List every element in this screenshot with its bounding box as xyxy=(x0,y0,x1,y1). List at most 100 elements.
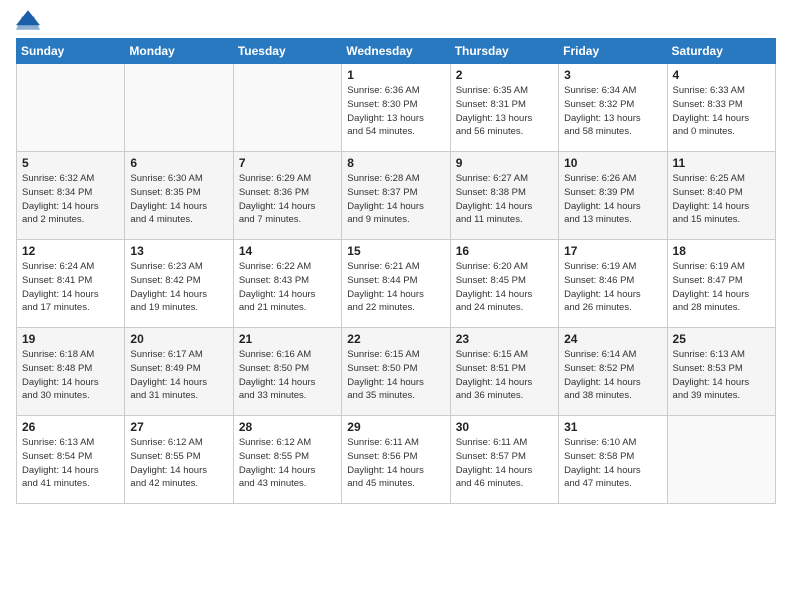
day-info: Sunrise: 6:26 AMSunset: 8:39 PMDaylight:… xyxy=(564,172,661,227)
day-number: 30 xyxy=(456,420,553,434)
day-info: Sunrise: 6:12 AMSunset: 8:55 PMDaylight:… xyxy=(130,436,227,491)
day-info: Sunrise: 6:29 AMSunset: 8:36 PMDaylight:… xyxy=(239,172,336,227)
day-number: 25 xyxy=(673,332,770,346)
calendar-cell: 5 Sunrise: 6:32 AMSunset: 8:34 PMDaylight… xyxy=(17,152,125,240)
day-info: Sunrise: 6:12 AMSunset: 8:55 PMDaylight:… xyxy=(239,436,336,491)
day-info: Sunrise: 6:32 AMSunset: 8:34 PMDaylight:… xyxy=(22,172,119,227)
calendar-table: SundayMondayTuesdayWednesdayThursdayFrid… xyxy=(16,38,776,504)
calendar-cell: 30 Sunrise: 6:11 AMSunset: 8:57 PMDayligh… xyxy=(450,416,558,504)
day-number: 6 xyxy=(130,156,227,170)
day-number: 22 xyxy=(347,332,444,346)
calendar-cell: 20 Sunrise: 6:17 AMSunset: 8:49 PMDayligh… xyxy=(125,328,233,416)
week-row-1: 1 Sunrise: 6:36 AMSunset: 8:30 PMDaylight… xyxy=(17,64,776,152)
day-number: 15 xyxy=(347,244,444,258)
day-number: 10 xyxy=(564,156,661,170)
calendar-cell: 24 Sunrise: 6:14 AMSunset: 8:52 PMDayligh… xyxy=(559,328,667,416)
calendar-cell: 3 Sunrise: 6:34 AMSunset: 8:32 PMDaylight… xyxy=(559,64,667,152)
weekday-header-saturday: Saturday xyxy=(667,39,775,64)
day-info: Sunrise: 6:28 AMSunset: 8:37 PMDaylight:… xyxy=(347,172,444,227)
day-info: Sunrise: 6:13 AMSunset: 8:53 PMDaylight:… xyxy=(673,348,770,403)
day-info: Sunrise: 6:14 AMSunset: 8:52 PMDaylight:… xyxy=(564,348,661,403)
day-info: Sunrise: 6:23 AMSunset: 8:42 PMDaylight:… xyxy=(130,260,227,315)
day-number: 19 xyxy=(22,332,119,346)
weekday-header-friday: Friday xyxy=(559,39,667,64)
week-row-4: 19 Sunrise: 6:18 AMSunset: 8:48 PMDayligh… xyxy=(17,328,776,416)
calendar-cell: 18Sunrise: 6:19 AMSunset: 8:47 PMDayligh… xyxy=(667,240,775,328)
calendar-cell: 7 Sunrise: 6:29 AMSunset: 8:36 PMDaylight… xyxy=(233,152,341,240)
day-number: 16 xyxy=(456,244,553,258)
calendar-cell: 11 Sunrise: 6:25 AMSunset: 8:40 PMDayligh… xyxy=(667,152,775,240)
calendar-cell: 8 Sunrise: 6:28 AMSunset: 8:37 PMDaylight… xyxy=(342,152,450,240)
calendar-cell: 25 Sunrise: 6:13 AMSunset: 8:53 PMDayligh… xyxy=(667,328,775,416)
weekday-header-tuesday: Tuesday xyxy=(233,39,341,64)
day-number: 3 xyxy=(564,68,661,82)
day-number: 24 xyxy=(564,332,661,346)
day-number: 21 xyxy=(239,332,336,346)
weekday-header-monday: Monday xyxy=(125,39,233,64)
day-info: Sunrise: 6:34 AMSunset: 8:32 PMDaylight:… xyxy=(564,84,661,139)
day-info: Sunrise: 6:19 AMSunset: 8:46 PMDaylight:… xyxy=(564,260,661,315)
day-number: 20 xyxy=(130,332,227,346)
calendar-cell xyxy=(233,64,341,152)
day-info: Sunrise: 6:11 AMSunset: 8:57 PMDaylight:… xyxy=(456,436,553,491)
day-number: 13 xyxy=(130,244,227,258)
logo xyxy=(16,10,44,30)
calendar-cell: 23Sunrise: 6:15 AMSunset: 8:51 PMDayligh… xyxy=(450,328,558,416)
calendar-cell: 12 Sunrise: 6:24 AMSunset: 8:41 PMDayligh… xyxy=(17,240,125,328)
day-info: Sunrise: 6:33 AMSunset: 8:33 PMDaylight:… xyxy=(673,84,770,139)
calendar-cell: 19 Sunrise: 6:18 AMSunset: 8:48 PMDayligh… xyxy=(17,328,125,416)
day-number: 18 xyxy=(673,244,770,258)
day-info: Sunrise: 6:36 AMSunset: 8:30 PMDaylight:… xyxy=(347,84,444,139)
day-info: Sunrise: 6:10 AMSunset: 8:58 PMDaylight:… xyxy=(564,436,661,491)
day-number: 11 xyxy=(673,156,770,170)
header xyxy=(16,10,776,30)
day-info: Sunrise: 6:25 AMSunset: 8:40 PMDaylight:… xyxy=(673,172,770,227)
day-number: 26 xyxy=(22,420,119,434)
calendar-cell: 16 Sunrise: 6:20 AMSunset: 8:45 PMDayligh… xyxy=(450,240,558,328)
weekday-header-thursday: Thursday xyxy=(450,39,558,64)
day-info: Sunrise: 6:20 AMSunset: 8:45 PMDaylight:… xyxy=(456,260,553,315)
calendar-cell: 4Sunrise: 6:33 AMSunset: 8:33 PMDaylight… xyxy=(667,64,775,152)
day-number: 23 xyxy=(456,332,553,346)
calendar-cell: 6 Sunrise: 6:30 AMSunset: 8:35 PMDaylight… xyxy=(125,152,233,240)
day-number: 12 xyxy=(22,244,119,258)
calendar-cell: 17 Sunrise: 6:19 AMSunset: 8:46 PMDayligh… xyxy=(559,240,667,328)
calendar-cell: 31 Sunrise: 6:10 AMSunset: 8:58 PMDayligh… xyxy=(559,416,667,504)
calendar-cell: 22Sunrise: 6:15 AMSunset: 8:50 PMDayligh… xyxy=(342,328,450,416)
calendar-cell: 13 Sunrise: 6:23 AMSunset: 8:42 PMDayligh… xyxy=(125,240,233,328)
week-row-3: 12 Sunrise: 6:24 AMSunset: 8:41 PMDayligh… xyxy=(17,240,776,328)
day-number: 5 xyxy=(22,156,119,170)
day-info: Sunrise: 6:21 AMSunset: 8:44 PMDaylight:… xyxy=(347,260,444,315)
day-info: Sunrise: 6:24 AMSunset: 8:41 PMDaylight:… xyxy=(22,260,119,315)
calendar-cell: 10 Sunrise: 6:26 AMSunset: 8:39 PMDayligh… xyxy=(559,152,667,240)
logo-icon xyxy=(16,10,40,30)
calendar-cell: 29Sunrise: 6:11 AMSunset: 8:56 PMDayligh… xyxy=(342,416,450,504)
calendar-cell: 15 Sunrise: 6:21 AMSunset: 8:44 PMDayligh… xyxy=(342,240,450,328)
weekday-header-sunday: Sunday xyxy=(17,39,125,64)
weekday-header-wednesday: Wednesday xyxy=(342,39,450,64)
calendar-cell xyxy=(17,64,125,152)
calendar-cell: 28Sunrise: 6:12 AMSunset: 8:55 PMDayligh… xyxy=(233,416,341,504)
day-number: 9 xyxy=(456,156,553,170)
calendar-cell xyxy=(667,416,775,504)
day-number: 2 xyxy=(456,68,553,82)
week-row-5: 26Sunrise: 6:13 AMSunset: 8:54 PMDayligh… xyxy=(17,416,776,504)
calendar-cell: 27Sunrise: 6:12 AMSunset: 8:55 PMDayligh… xyxy=(125,416,233,504)
page: SundayMondayTuesdayWednesdayThursdayFrid… xyxy=(0,0,792,612)
calendar-cell xyxy=(125,64,233,152)
day-info: Sunrise: 6:30 AMSunset: 8:35 PMDaylight:… xyxy=(130,172,227,227)
day-number: 8 xyxy=(347,156,444,170)
day-info: Sunrise: 6:22 AMSunset: 8:43 PMDaylight:… xyxy=(239,260,336,315)
calendar-cell: 14Sunrise: 6:22 AMSunset: 8:43 PMDayligh… xyxy=(233,240,341,328)
calendar-cell: 26Sunrise: 6:13 AMSunset: 8:54 PMDayligh… xyxy=(17,416,125,504)
day-number: 29 xyxy=(347,420,444,434)
day-info: Sunrise: 6:35 AMSunset: 8:31 PMDaylight:… xyxy=(456,84,553,139)
day-number: 31 xyxy=(564,420,661,434)
day-number: 1 xyxy=(347,68,444,82)
day-number: 7 xyxy=(239,156,336,170)
day-info: Sunrise: 6:27 AMSunset: 8:38 PMDaylight:… xyxy=(456,172,553,227)
day-number: 17 xyxy=(564,244,661,258)
day-info: Sunrise: 6:17 AMSunset: 8:49 PMDaylight:… xyxy=(130,348,227,403)
day-info: Sunrise: 6:18 AMSunset: 8:48 PMDaylight:… xyxy=(22,348,119,403)
calendar-cell: 2 Sunrise: 6:35 AMSunset: 8:31 PMDaylight… xyxy=(450,64,558,152)
